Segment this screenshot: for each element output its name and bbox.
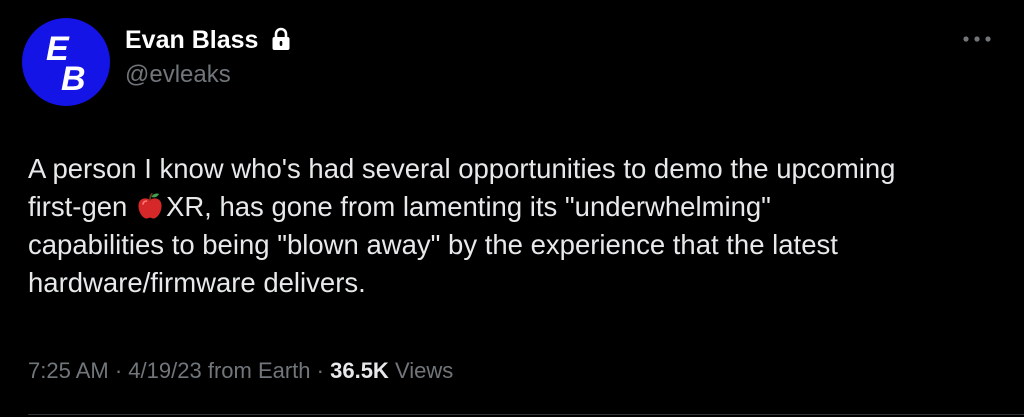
tweet-meta: 7:25 AM · 4/19/23 from Earth · 36.5K Vie…	[28, 357, 453, 385]
avatar[interactable]: E B	[22, 18, 110, 106]
apple-emoji-icon	[138, 193, 162, 219]
meta-separator: ·	[316, 358, 324, 383]
tweet-text-segment: capabilities to being "blown away" by th…	[28, 229, 838, 260]
tweet-text-segment: A person I know who's had several opport…	[28, 153, 896, 184]
tweet-text-line: first-gen XR, has gone from lamenting it…	[28, 188, 1003, 226]
tweet-text-segment: XR, has gone from lamenting its "underwh…	[165, 191, 771, 222]
tweet-text: A person I know who's had several opport…	[28, 150, 1003, 302]
divider	[28, 414, 1024, 415]
avatar-initial-b: B	[61, 60, 86, 98]
tweet-text-line: A person I know who's had several opport…	[28, 150, 1003, 188]
tweet-text-line: hardware/firmware delivers.	[28, 264, 1003, 302]
lock-icon	[272, 27, 290, 50]
display-name[interactable]: Evan Blass	[125, 25, 258, 55]
more-options-icon[interactable]	[960, 32, 994, 46]
tweet-date[interactable]: 4/19/23	[128, 358, 201, 383]
tweet-text-line: capabilities to being "blown away" by th…	[28, 226, 1003, 264]
tweet-card: E B Evan Blass @evleaks A person I know …	[0, 0, 1024, 417]
meta-separator: ·	[114, 358, 123, 383]
handle[interactable]: @evleaks	[125, 60, 231, 90]
tweet-time[interactable]: 7:25 AM	[28, 358, 109, 383]
tweet-text-segment: first-gen	[28, 191, 135, 222]
tweet-source: from Earth	[207, 358, 311, 383]
views-count[interactable]: 36.5K	[330, 358, 389, 383]
views-label[interactable]: Views	[395, 358, 453, 383]
tweet-text-segment: hardware/firmware delivers.	[28, 267, 366, 298]
